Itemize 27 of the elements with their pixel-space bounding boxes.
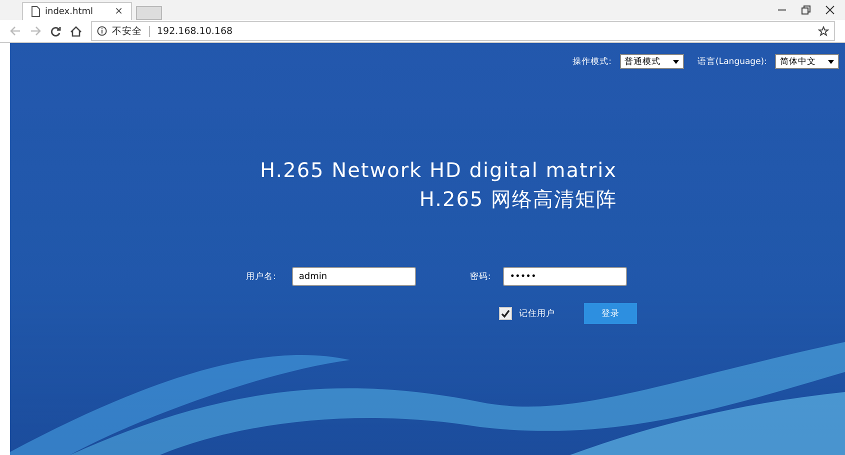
close-icon[interactable] bbox=[825, 5, 835, 15]
language-select[interactable]: 简体中文 bbox=[775, 54, 839, 69]
password-label: 密码: bbox=[470, 270, 491, 282]
product-title: H.265 Network HD digital matrix bbox=[260, 158, 617, 182]
security-label: 不安全 bbox=[112, 24, 142, 38]
product-subtitle: H.265 网络高清矩阵 bbox=[419, 186, 617, 213]
tab-title: index.html bbox=[45, 6, 94, 16]
language-label: 语言(Language): bbox=[698, 56, 767, 68]
password-field[interactable]: ••••• bbox=[502, 267, 627, 286]
page-icon bbox=[31, 6, 40, 17]
username-label: 用户名: bbox=[246, 270, 276, 282]
address-bar[interactable]: 不安全 192.168.10.168 bbox=[91, 21, 835, 41]
caret-icon bbox=[672, 60, 679, 64]
info-icon bbox=[97, 26, 107, 36]
close-tab-button[interactable]: × bbox=[114, 6, 123, 17]
mode-label: 操作模式: bbox=[572, 56, 612, 68]
url-text: 192.168.10.168 bbox=[157, 26, 233, 36]
remember-checkbox[interactable] bbox=[499, 307, 512, 320]
username-field[interactable]: admin bbox=[292, 267, 416, 286]
reload-icon[interactable] bbox=[50, 26, 61, 36]
remember-label: 记住用户 bbox=[519, 308, 555, 320]
restore-icon[interactable] bbox=[801, 5, 811, 15]
caret-icon bbox=[828, 60, 834, 64]
home-icon[interactable] bbox=[70, 26, 82, 36]
browser-tab[interactable]: index.html × bbox=[22, 2, 132, 20]
mode-select[interactable]: 普通模式 bbox=[620, 54, 684, 69]
star-icon[interactable] bbox=[818, 26, 829, 36]
